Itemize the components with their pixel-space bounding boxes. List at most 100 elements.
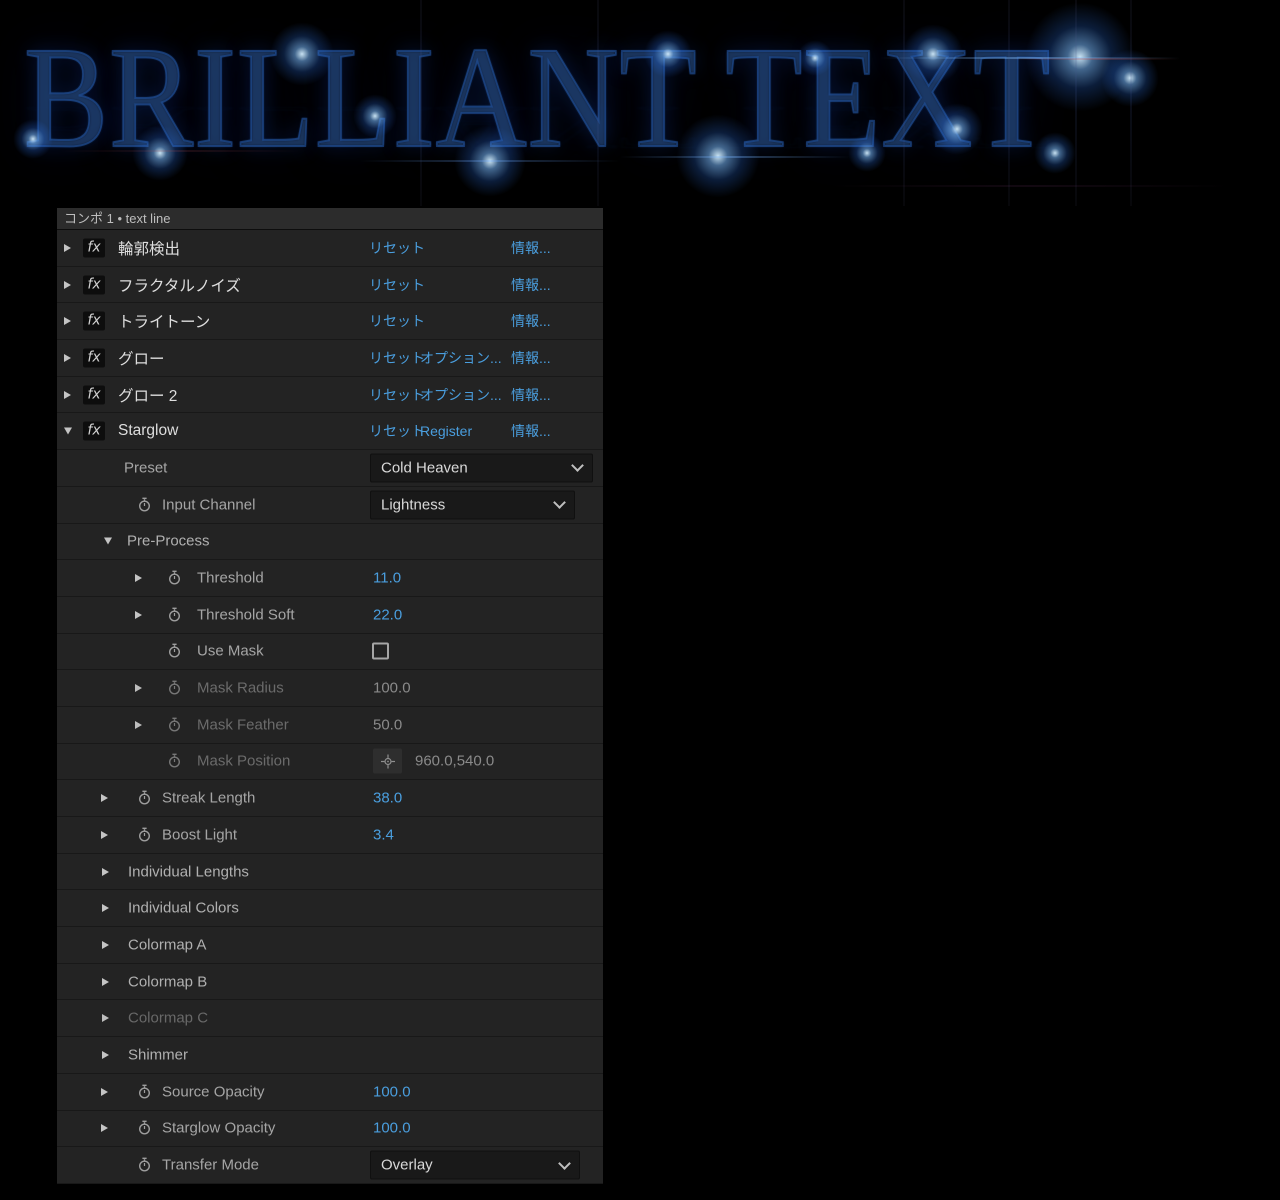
effect-row[interactable]: fxトライトーンリセット情報...	[57, 303, 603, 340]
stopwatch-icon[interactable]	[137, 1157, 152, 1173]
param-value[interactable]: 38.0	[373, 790, 402, 807]
info-link[interactable]: 情報...	[511, 311, 551, 331]
transfer-mode-dropdown[interactable]: Overlay	[370, 1151, 580, 1180]
twirl-arrow-icon[interactable]	[135, 721, 142, 729]
fx-icon[interactable]: fx	[83, 385, 105, 404]
light-streak	[830, 185, 1230, 187]
stopwatch-icon[interactable]	[167, 753, 182, 769]
position-picker-icon[interactable]	[373, 749, 402, 774]
reset-link[interactable]: リセット	[369, 385, 425, 405]
stopwatch-icon[interactable]	[137, 497, 152, 513]
twirl-arrow-icon[interactable]	[135, 611, 142, 619]
twirl-arrow-icon[interactable]	[104, 538, 112, 545]
twirl-arrow-icon[interactable]	[101, 831, 108, 839]
twirl-arrow-icon[interactable]	[101, 1124, 108, 1132]
param-value[interactable]: 100.0	[373, 680, 411, 697]
twirl-arrow-icon[interactable]	[102, 904, 109, 912]
param-value[interactable]: 22.0	[373, 606, 402, 623]
chevron-down-icon	[571, 460, 584, 473]
effect-row[interactable]: fx グロー リセットオプション... 情報...	[57, 340, 603, 377]
effect-name: グロー	[118, 347, 165, 369]
info-link[interactable]: 情報...	[511, 238, 551, 258]
fx-icon[interactable]: fx	[83, 238, 105, 257]
twirl-arrow-icon[interactable]	[135, 574, 142, 582]
register-link[interactable]: Register	[420, 423, 472, 439]
use-mask-checkbox[interactable]	[372, 643, 389, 660]
stopwatch-icon[interactable]	[167, 570, 182, 586]
options-link[interactable]: オプション...	[420, 348, 502, 368]
starglow-opacity-row[interactable]: Starglow Opacity100.0	[57, 1111, 603, 1148]
param-value[interactable]: 100.0	[373, 1083, 411, 1100]
stopwatch-icon[interactable]	[137, 790, 152, 806]
shimmer-row[interactable]: Shimmer	[57, 1037, 603, 1074]
pre-process-row[interactable]: Pre-Process	[57, 524, 603, 561]
twirl-arrow-icon[interactable]	[64, 354, 71, 362]
param-value[interactable]: 3.4	[373, 826, 394, 843]
twirl-arrow-icon[interactable]	[102, 978, 109, 986]
use-mask-row[interactable]: Use Mask	[57, 634, 603, 671]
twirl-arrow-icon[interactable]	[64, 391, 71, 399]
fx-icon[interactable]: fx	[83, 348, 105, 367]
colormap-b-row[interactable]: Colormap B	[57, 964, 603, 1001]
twirl-arrow-icon[interactable]	[102, 941, 109, 949]
info-link[interactable]: 情報...	[511, 421, 551, 441]
mask-position-row[interactable]: Mask Position960.0,540.0	[57, 744, 603, 781]
twirl-arrow-icon[interactable]	[101, 1088, 108, 1096]
twirl-arrow-icon[interactable]	[102, 1051, 109, 1059]
param-value[interactable]: 100.0	[373, 1120, 411, 1137]
info-link[interactable]: 情報...	[511, 385, 551, 405]
individual-colors-row[interactable]: Individual Colors	[57, 890, 603, 927]
twirl-arrow-icon[interactable]	[101, 794, 108, 802]
reset-link[interactable]: リセット	[369, 311, 425, 331]
stopwatch-icon[interactable]	[137, 1120, 152, 1136]
info-link[interactable]: 情報...	[511, 348, 551, 368]
stopwatch-icon[interactable]	[167, 607, 182, 623]
reset-link[interactable]: リセット	[369, 238, 425, 258]
reset-link[interactable]: リセット	[369, 421, 425, 441]
vertical-streak	[1075, 0, 1077, 206]
streak-length-row[interactable]: Streak Length38.0	[57, 780, 603, 817]
stopwatch-icon[interactable]	[167, 717, 182, 733]
fx-icon[interactable]: fx	[83, 312, 105, 331]
threshold-row[interactable]: Threshold11.0	[57, 560, 603, 597]
preset-dropdown[interactable]: Cold Heaven	[370, 453, 593, 482]
colormap-a-row[interactable]: Colormap A	[57, 927, 603, 964]
mask-radius-row[interactable]: Mask Radius100.0	[57, 670, 603, 707]
twirl-arrow-icon[interactable]	[64, 428, 72, 435]
effect-row[interactable]: fxフラクタルノイズリセット情報...	[57, 267, 603, 304]
param-value[interactable]: 50.0	[373, 716, 402, 733]
input-channel-dropdown[interactable]: Lightness	[370, 490, 575, 519]
info-link[interactable]: 情報...	[511, 275, 551, 295]
twirl-arrow-icon[interactable]	[64, 281, 71, 289]
effect-name: Starglow	[118, 422, 178, 440]
colormap-c-row[interactable]: Colormap C	[57, 1000, 603, 1037]
stopwatch-icon[interactable]	[137, 1084, 152, 1100]
effect-row[interactable]: fxグロー 2リセットオプション...情報...	[57, 377, 603, 414]
panel-header-title[interactable]: コンポ 1 • text line	[57, 208, 603, 230]
reset-link[interactable]: リセット	[369, 275, 425, 295]
input-channel-row[interactable]: Input ChannelLightness	[57, 487, 603, 524]
stopwatch-icon[interactable]	[167, 643, 182, 659]
mask-feather-row[interactable]: Mask Feather50.0	[57, 707, 603, 744]
individual-lengths-row[interactable]: Individual Lengths	[57, 854, 603, 891]
stopwatch-icon[interactable]	[137, 827, 152, 843]
effect-row[interactable]: fx輪郭検出リセット情報...	[57, 230, 603, 267]
reset-link[interactable]: リセット	[369, 348, 425, 368]
twirl-arrow-icon[interactable]	[64, 244, 71, 252]
fx-icon[interactable]: fx	[83, 275, 105, 294]
param-value[interactable]: 960.0,540.0	[415, 753, 494, 770]
preset-row[interactable]: PresetCold Heaven	[57, 450, 603, 487]
twirl-arrow-icon[interactable]	[102, 868, 109, 876]
twirl-arrow-icon[interactable]	[102, 1014, 109, 1022]
boost-light-row[interactable]: Boost Light3.4	[57, 817, 603, 854]
threshold-soft-row[interactable]: Threshold Soft22.0	[57, 597, 603, 634]
twirl-arrow-icon[interactable]	[64, 317, 71, 325]
transfer-mode-row[interactable]: Transfer ModeOverlay	[57, 1147, 603, 1184]
effect-row[interactable]: fx Starglow リセットRegister 情報...	[57, 413, 603, 450]
options-link[interactable]: オプション...	[420, 385, 502, 405]
fx-icon[interactable]: fx	[83, 422, 105, 441]
twirl-arrow-icon[interactable]	[135, 684, 142, 692]
stopwatch-icon[interactable]	[167, 680, 182, 696]
source-opacity-row[interactable]: Source Opacity100.0	[57, 1074, 603, 1111]
param-value[interactable]: 11.0	[373, 570, 401, 587]
